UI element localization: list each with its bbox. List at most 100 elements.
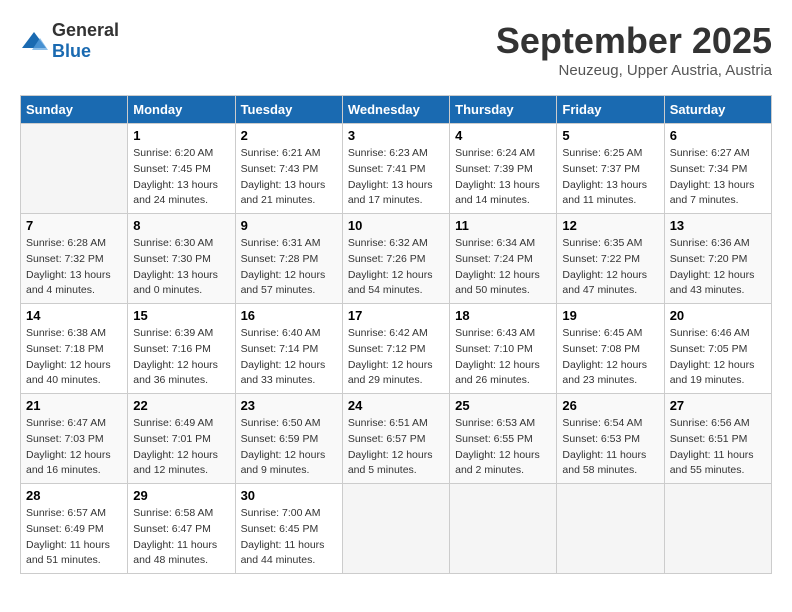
day-info: Sunrise: 6:25 AMSunset: 7:37 PMDaylight:… bbox=[562, 146, 658, 209]
day-number: 13 bbox=[670, 218, 766, 233]
title-block: September 2025 Neuzeug, Upper Austria, A… bbox=[496, 20, 772, 79]
day-number: 10 bbox=[348, 218, 444, 233]
calendar-cell: 18Sunrise: 6:43 AMSunset: 7:10 PMDayligh… bbox=[450, 304, 557, 394]
day-info: Sunrise: 6:35 AMSunset: 7:22 PMDaylight:… bbox=[562, 236, 658, 299]
day-number: 27 bbox=[670, 398, 766, 413]
calendar-title: September 2025 bbox=[496, 20, 772, 62]
day-info: Sunrise: 6:27 AMSunset: 7:34 PMDaylight:… bbox=[670, 146, 766, 209]
logo-text-blue: Blue bbox=[52, 41, 91, 61]
calendar-cell: 4 Sunrise: 6:24 AMSunset: 7:39 PMDaylight… bbox=[450, 124, 557, 214]
column-header-thursday: Thursday bbox=[450, 96, 557, 124]
calendar-cell: 22 Sunrise: 6:49 AMSunset: 7:01 PMDayligh… bbox=[128, 394, 235, 484]
calendar-week-row: 14Sunrise: 6:38 AMSunset: 7:18 PMDayligh… bbox=[21, 304, 772, 394]
day-info: Sunrise: 6:23 AMSunset: 7:41 PMDaylight:… bbox=[348, 146, 444, 209]
calendar-cell bbox=[21, 124, 128, 214]
day-number: 26 bbox=[562, 398, 658, 413]
day-info: Sunrise: 6:42 AMSunset: 7:12 PMDaylight:… bbox=[348, 326, 444, 389]
calendar-cell: 23 Sunrise: 6:50 AMSunset: 6:59 PMDayligh… bbox=[235, 394, 342, 484]
calendar-cell: 27 Sunrise: 6:56 AMSunset: 6:51 PMDayligh… bbox=[664, 394, 771, 484]
column-header-friday: Friday bbox=[557, 96, 664, 124]
day-info: Sunrise: 6:53 AMSunset: 6:55 PMDaylight:… bbox=[455, 416, 551, 479]
day-info: Sunrise: 6:58 AMSunset: 6:47 PMDaylight:… bbox=[133, 506, 229, 569]
calendar-cell: 25Sunrise: 6:53 AMSunset: 6:55 PMDayligh… bbox=[450, 394, 557, 484]
calendar-cell bbox=[664, 484, 771, 574]
calendar-cell: 1 Sunrise: 6:20 AMSunset: 7:45 PMDaylight… bbox=[128, 124, 235, 214]
calendar-week-row: 21 Sunrise: 6:47 AMSunset: 7:03 PMDayligh… bbox=[21, 394, 772, 484]
day-number: 11 bbox=[455, 218, 551, 233]
calendar-subtitle: Neuzeug, Upper Austria, Austria bbox=[496, 62, 772, 79]
day-number: 24 bbox=[348, 398, 444, 413]
calendar-cell: 9Sunrise: 6:31 AMSunset: 7:28 PMDaylight… bbox=[235, 214, 342, 304]
calendar-cell: 5 Sunrise: 6:25 AMSunset: 7:37 PMDaylight… bbox=[557, 124, 664, 214]
day-info: Sunrise: 6:46 AMSunset: 7:05 PMDaylight:… bbox=[670, 326, 766, 389]
day-number: 8 bbox=[133, 218, 229, 233]
logo-icon bbox=[20, 30, 48, 52]
day-info: Sunrise: 6:47 AMSunset: 7:03 PMDaylight:… bbox=[26, 416, 122, 479]
day-number: 9 bbox=[241, 218, 337, 233]
day-number: 17 bbox=[348, 308, 444, 323]
day-number: 6 bbox=[670, 128, 766, 143]
day-info: Sunrise: 6:20 AMSunset: 7:45 PMDaylight:… bbox=[133, 146, 229, 209]
calendar-cell bbox=[342, 484, 449, 574]
day-info: Sunrise: 6:24 AMSunset: 7:39 PMDaylight:… bbox=[455, 146, 551, 209]
calendar-header-row: SundayMondayTuesdayWednesdayThursdayFrid… bbox=[21, 96, 772, 124]
logo: General Blue bbox=[20, 20, 119, 62]
column-header-wednesday: Wednesday bbox=[342, 96, 449, 124]
calendar-cell bbox=[557, 484, 664, 574]
day-number: 28 bbox=[26, 488, 122, 503]
day-number: 16 bbox=[241, 308, 337, 323]
day-number: 5 bbox=[562, 128, 658, 143]
day-number: 22 bbox=[133, 398, 229, 413]
day-number: 2 bbox=[241, 128, 337, 143]
day-info: Sunrise: 6:43 AMSunset: 7:10 PMDaylight:… bbox=[455, 326, 551, 389]
day-number: 4 bbox=[455, 128, 551, 143]
column-header-saturday: Saturday bbox=[664, 96, 771, 124]
day-info: Sunrise: 6:30 AMSunset: 7:30 PMDaylight:… bbox=[133, 236, 229, 299]
day-number: 14 bbox=[26, 308, 122, 323]
day-info: Sunrise: 6:54 AMSunset: 6:53 PMDaylight:… bbox=[562, 416, 658, 479]
day-number: 21 bbox=[26, 398, 122, 413]
column-header-sunday: Sunday bbox=[21, 96, 128, 124]
day-info: Sunrise: 7:00 AMSunset: 6:45 PMDaylight:… bbox=[241, 506, 337, 569]
calendar-cell: 21 Sunrise: 6:47 AMSunset: 7:03 PMDayligh… bbox=[21, 394, 128, 484]
calendar-cell: 15Sunrise: 6:39 AMSunset: 7:16 PMDayligh… bbox=[128, 304, 235, 394]
calendar-cell: 20 Sunrise: 6:46 AMSunset: 7:05 PMDayligh… bbox=[664, 304, 771, 394]
day-number: 30 bbox=[241, 488, 337, 503]
day-number: 23 bbox=[241, 398, 337, 413]
day-number: 20 bbox=[670, 308, 766, 323]
day-number: 29 bbox=[133, 488, 229, 503]
day-info: Sunrise: 6:32 AMSunset: 7:26 PMDaylight:… bbox=[348, 236, 444, 299]
day-info: Sunrise: 6:36 AMSunset: 7:20 PMDaylight:… bbox=[670, 236, 766, 299]
day-info: Sunrise: 6:49 AMSunset: 7:01 PMDaylight:… bbox=[133, 416, 229, 479]
day-number: 7 bbox=[26, 218, 122, 233]
calendar-week-row: 7 Sunrise: 6:28 AMSunset: 7:32 PMDaylight… bbox=[21, 214, 772, 304]
day-number: 15 bbox=[133, 308, 229, 323]
calendar-cell: 19 Sunrise: 6:45 AMSunset: 7:08 PMDayligh… bbox=[557, 304, 664, 394]
day-number: 1 bbox=[133, 128, 229, 143]
calendar-week-row: 28 Sunrise: 6:57 AMSunset: 6:49 PMDayligh… bbox=[21, 484, 772, 574]
calendar-cell: 16 Sunrise: 6:40 AMSunset: 7:14 PMDayligh… bbox=[235, 304, 342, 394]
calendar-cell: 14Sunrise: 6:38 AMSunset: 7:18 PMDayligh… bbox=[21, 304, 128, 394]
day-number: 3 bbox=[348, 128, 444, 143]
calendar-cell: 3 Sunrise: 6:23 AMSunset: 7:41 PMDaylight… bbox=[342, 124, 449, 214]
calendar-cell: 17 Sunrise: 6:42 AMSunset: 7:12 PMDayligh… bbox=[342, 304, 449, 394]
day-number: 12 bbox=[562, 218, 658, 233]
column-header-tuesday: Tuesday bbox=[235, 96, 342, 124]
day-number: 19 bbox=[562, 308, 658, 323]
calendar-cell: 13 Sunrise: 6:36 AMSunset: 7:20 PMDayligh… bbox=[664, 214, 771, 304]
calendar-cell: 28 Sunrise: 6:57 AMSunset: 6:49 PMDayligh… bbox=[21, 484, 128, 574]
calendar-week-row: 1 Sunrise: 6:20 AMSunset: 7:45 PMDaylight… bbox=[21, 124, 772, 214]
column-header-monday: Monday bbox=[128, 96, 235, 124]
page-header: General Blue September 2025 Neuzeug, Upp… bbox=[20, 20, 772, 79]
day-info: Sunrise: 6:45 AMSunset: 7:08 PMDaylight:… bbox=[562, 326, 658, 389]
day-info: Sunrise: 6:34 AMSunset: 7:24 PMDaylight:… bbox=[455, 236, 551, 299]
day-info: Sunrise: 6:57 AMSunset: 6:49 PMDaylight:… bbox=[26, 506, 122, 569]
logo-text-general: General bbox=[52, 20, 119, 40]
day-info: Sunrise: 6:50 AMSunset: 6:59 PMDaylight:… bbox=[241, 416, 337, 479]
calendar-cell: 29 Sunrise: 6:58 AMSunset: 6:47 PMDayligh… bbox=[128, 484, 235, 574]
day-info: Sunrise: 6:21 AMSunset: 7:43 PMDaylight:… bbox=[241, 146, 337, 209]
day-info: Sunrise: 6:40 AMSunset: 7:14 PMDaylight:… bbox=[241, 326, 337, 389]
calendar-cell: 30 Sunrise: 7:00 AMSunset: 6:45 PMDayligh… bbox=[235, 484, 342, 574]
day-info: Sunrise: 6:28 AMSunset: 7:32 PMDaylight:… bbox=[26, 236, 122, 299]
day-info: Sunrise: 6:56 AMSunset: 6:51 PMDaylight:… bbox=[670, 416, 766, 479]
